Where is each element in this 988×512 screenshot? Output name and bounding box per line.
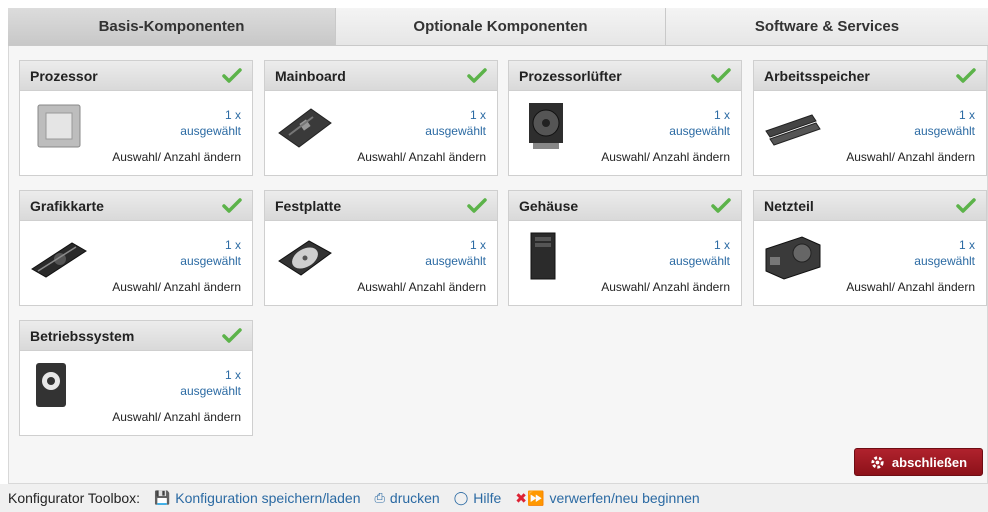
ram-icon [765, 114, 821, 146]
reset-label: verwerfen/neu beginnen [549, 490, 700, 506]
gear-icon [871, 455, 884, 469]
power-supply-icon [765, 236, 821, 280]
selected-label: ausgewählt [180, 254, 241, 268]
change-selection-link[interactable]: Auswahl/ Anzahl ändern [357, 280, 486, 294]
quantity-label: 1 x [224, 368, 241, 382]
card-title: Betriebssystem [30, 327, 135, 344]
component-card-betriebssystem: Betriebssystem 1 x ausgewählt Auswahl/ A… [19, 320, 253, 436]
os-gear-icon [36, 363, 66, 407]
card-header: Betriebssystem [20, 321, 252, 351]
checkmark-icon [467, 197, 487, 213]
toolbox-label: Konfigurator Toolbox: [8, 490, 141, 506]
card-header: Netzteil [754, 191, 986, 221]
quantity-label: 1 x [713, 238, 730, 252]
save-icon: 💾 [154, 490, 171, 505]
quantity-label: 1 x [469, 238, 486, 252]
checkmark-icon [711, 67, 731, 83]
change-selection-link[interactable]: Auswahl/ Anzahl ändern [112, 280, 241, 294]
component-card-gehaeuse: Gehäuse 1 x ausgewählt Auswahl/ Anzahl ä… [508, 190, 742, 306]
lightbulb-icon: ◯ [453, 490, 469, 505]
cpu-icon [37, 104, 81, 148]
component-card-prozessorluefter: Prozessorlüfter 1 x ausgewählt Auswahl/ … [508, 60, 742, 176]
card-header: Mainboard [265, 61, 497, 91]
card-header: Prozessor [20, 61, 252, 91]
card-header: Gehäuse [509, 191, 741, 221]
card-header: Prozessorlüfter [509, 61, 741, 91]
selected-label: ausgewählt [425, 124, 486, 138]
finish-button[interactable]: abschließen [854, 448, 983, 476]
change-selection-link[interactable]: Auswahl/ Anzahl ändern [846, 280, 975, 294]
pc-case-icon [530, 232, 556, 280]
hard-drive-icon [278, 240, 332, 276]
quantity-label: 1 x [224, 238, 241, 252]
component-card-prozessor: Prozessor 1 x ausgewählt Auswahl/ Anzahl… [19, 60, 253, 176]
change-selection-link[interactable]: Auswahl/ Anzahl ändern [357, 150, 486, 164]
selected-label: ausgewählt [669, 254, 730, 268]
selected-label: ausgewählt [180, 384, 241, 398]
card-title: Festplatte [275, 197, 342, 214]
print-icon: ⎙ [374, 490, 385, 505]
cpu-cooler-icon [529, 103, 563, 149]
card-title: Prozessor [30, 67, 98, 84]
quantity-label: 1 x [469, 108, 486, 122]
tab-basis-komponenten[interactable]: Basis-Komponenten [8, 8, 336, 46]
quantity-label: 1 x [224, 108, 241, 122]
change-selection-link[interactable]: Auswahl/ Anzahl ändern [112, 410, 241, 424]
quantity-label: 1 x [958, 238, 975, 252]
selected-label: ausgewählt [425, 254, 486, 268]
card-title: Gehäuse [519, 197, 579, 214]
card-header: Festplatte [265, 191, 497, 221]
checkmark-icon [222, 197, 242, 213]
card-title: Netzteil [764, 197, 814, 214]
change-selection-link[interactable]: Auswahl/ Anzahl ändern [601, 280, 730, 294]
save-load-link[interactable]: 💾 Konfiguration speichern/laden [154, 490, 360, 506]
checkmark-icon [467, 67, 487, 83]
print-link[interactable]: ⎙ drucken [375, 490, 440, 506]
help-label: Hilfe [473, 490, 502, 506]
card-title: Arbeitsspeicher [764, 67, 870, 84]
configurator-toolbox: Konfigurator Toolbox: 💾 Konfiguration sp… [0, 484, 988, 512]
change-selection-link[interactable]: Auswahl/ Anzahl ändern [112, 150, 241, 164]
reset-link[interactable]: ✖⏩ verwerfen/neu beginnen [515, 490, 699, 507]
graphics-card-icon [31, 242, 87, 278]
component-card-mainboard: Mainboard 1 x ausgewählt Auswahl/ Anzahl… [264, 60, 498, 176]
tab-software-services[interactable]: Software & Services [666, 8, 988, 46]
component-card-netzteil: Netzteil 1 x ausgewählt Auswahl/ Anzahl … [753, 190, 987, 306]
selected-label: ausgewählt [180, 124, 241, 138]
finish-button-label: abschließen [891, 454, 968, 470]
component-card-grafikkarte: Grafikkarte 1 x ausgewählt Auswahl/ Anza… [19, 190, 253, 306]
checkmark-icon [711, 197, 731, 213]
quantity-label: 1 x [958, 108, 975, 122]
selected-label: ausgewählt [914, 124, 975, 138]
card-title: Prozessorlüfter [519, 67, 622, 84]
selected-label: ausgewählt [914, 254, 975, 268]
checkmark-icon [956, 67, 976, 83]
help-link[interactable]: ◯ Hilfe [454, 490, 502, 506]
checkmark-icon [222, 327, 242, 343]
card-title: Grafikkarte [30, 197, 104, 214]
card-header: Arbeitsspeicher [754, 61, 986, 91]
tab-bar: Basis-Komponenten Optionale Komponenten … [8, 8, 988, 46]
component-card-festplatte: Festplatte 1 x ausgewählt Auswahl/ Anzah… [264, 190, 498, 306]
checkmark-icon [956, 197, 976, 213]
change-selection-link[interactable]: Auswahl/ Anzahl ändern [601, 150, 730, 164]
quantity-label: 1 x [713, 108, 730, 122]
component-card-arbeitsspeicher: Arbeitsspeicher 1 x ausgewählt Auswahl/ … [753, 60, 987, 176]
selected-label: ausgewählt [669, 124, 730, 138]
checkmark-icon [222, 67, 242, 83]
discard-reset-icon: ✖⏩ [515, 489, 545, 506]
tab-optionale-komponenten[interactable]: Optionale Komponenten [336, 8, 666, 46]
motherboard-icon [278, 108, 332, 148]
change-selection-link[interactable]: Auswahl/ Anzahl ändern [846, 150, 975, 164]
print-label: drucken [389, 490, 440, 506]
save-load-label: Konfiguration speichern/laden [175, 490, 361, 506]
card-title: Mainboard [275, 67, 346, 84]
card-header: Grafikkarte [20, 191, 252, 221]
